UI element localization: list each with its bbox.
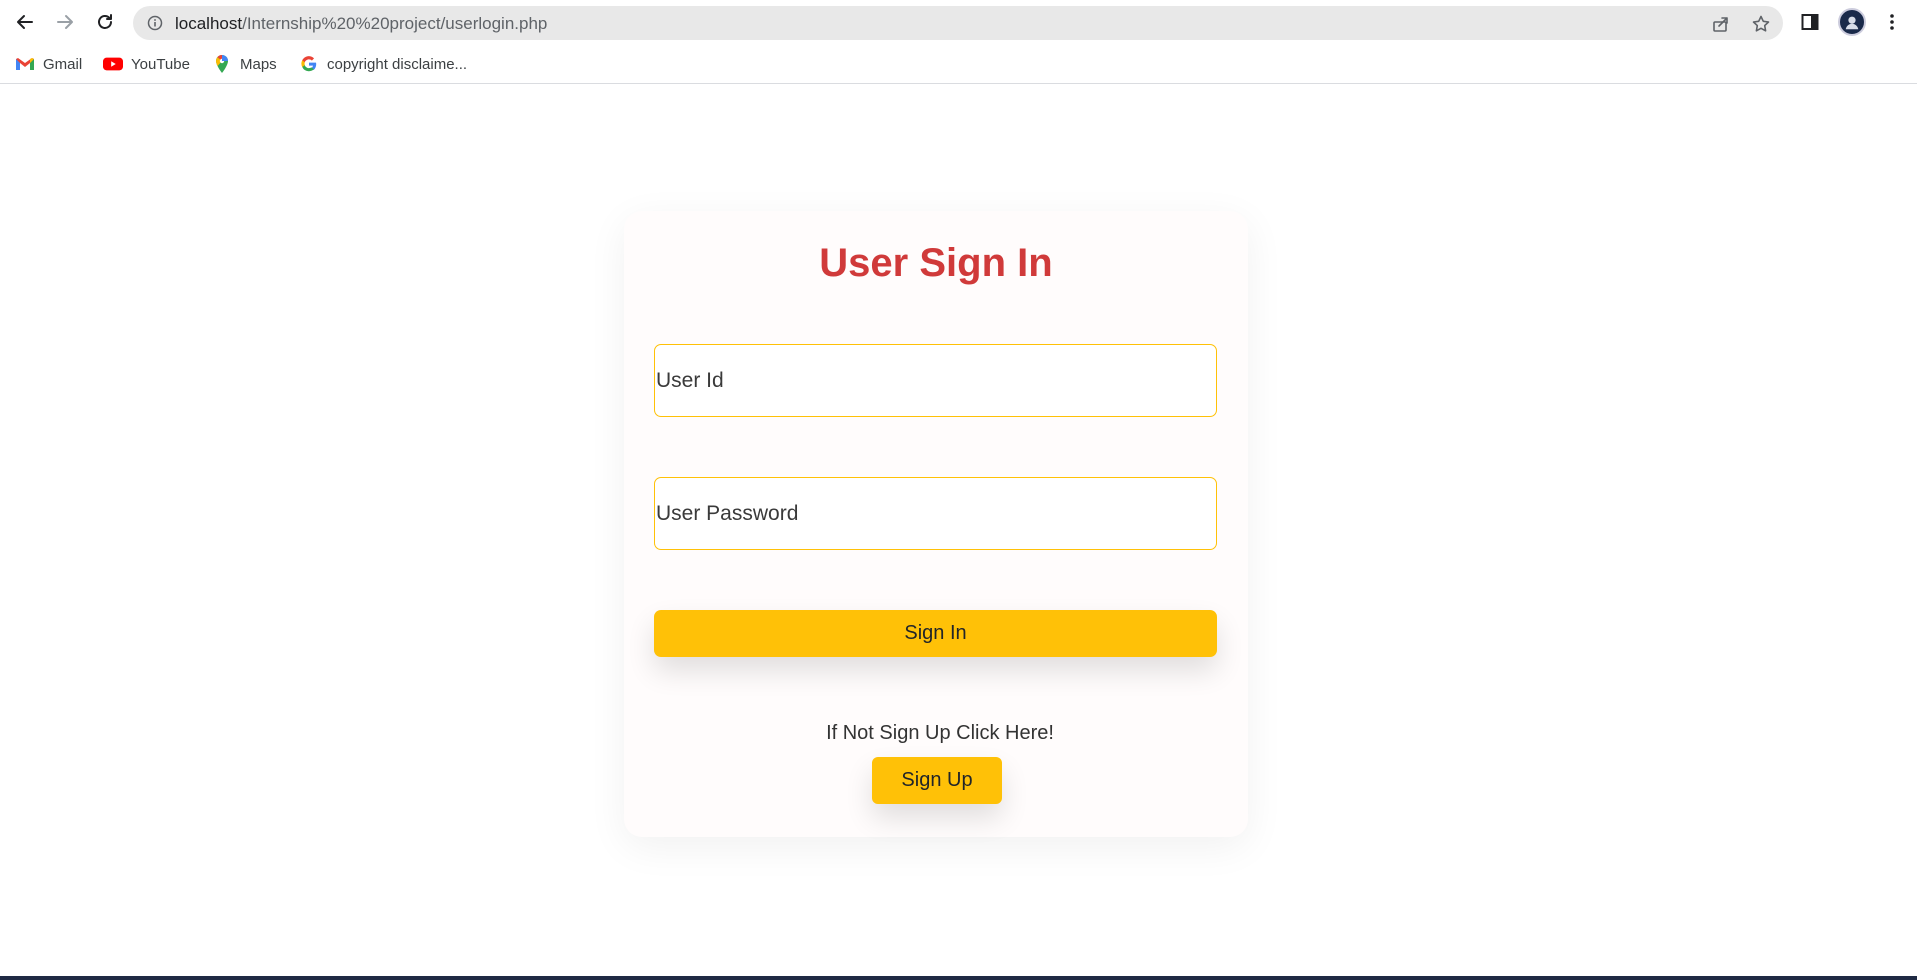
sign-up-button[interactable]: Sign Up (872, 757, 1002, 804)
side-panel-button[interactable] (1798, 10, 1822, 34)
share-icon[interactable] (1711, 14, 1731, 34)
forward-button[interactable] (50, 7, 80, 37)
back-button[interactable] (10, 7, 40, 37)
kebab-menu-icon (1890, 14, 1894, 30)
signup-prompt: If Not Sign Up Click Here! (826, 722, 1054, 744)
profile-avatar[interactable] (1838, 8, 1866, 36)
address-bar[interactable]: localhost/Internship%20%20project/userlo… (133, 6, 1783, 40)
user-id-input[interactable] (654, 344, 1217, 417)
bookmark-label: YouTube (131, 55, 190, 73)
user-password-input[interactable] (654, 477, 1217, 550)
reload-button[interactable] (90, 7, 120, 37)
bookmark-gmail[interactable]: Gmail (15, 52, 82, 76)
bookmark-youtube[interactable]: YouTube (103, 52, 190, 76)
url-text: localhost/Internship%20%20project/userlo… (175, 14, 547, 34)
browser-menu-button[interactable] (1880, 10, 1904, 34)
profile-icon (1845, 16, 1859, 30)
url-path: /Internship%20%20project/userlogin.php (242, 14, 548, 33)
bookmark-copyright-disclaimer[interactable]: copyright disclaime... (299, 52, 467, 76)
bookmark-maps[interactable]: Maps (212, 52, 277, 76)
sign-in-button[interactable]: Sign In (654, 610, 1217, 657)
browser-toolbar: localhost/Internship%20%20project/userlo… (0, 0, 1917, 44)
back-arrow-icon (17, 15, 33, 29)
bookmarks-bar: Gmail YouTube Maps copyright disclaime..… (0, 46, 1917, 84)
page-title: User Sign In (819, 241, 1053, 285)
google-icon (299, 54, 319, 74)
bookmark-star-icon[interactable] (1751, 14, 1771, 34)
youtube-icon (103, 54, 123, 74)
login-card: User Sign In Sign In If Not Sign Up Clic… (624, 211, 1248, 837)
bookmark-label: Gmail (43, 55, 83, 73)
maps-icon (212, 54, 232, 74)
reload-icon (98, 14, 112, 29)
site-info-icon[interactable] (147, 15, 163, 31)
url-host: localhost (175, 14, 243, 33)
bookmark-label: Maps (240, 55, 277, 73)
forward-arrow-icon (57, 15, 73, 29)
gmail-icon (15, 54, 35, 74)
taskbar-edge (0, 976, 1917, 980)
bookmark-label: copyright disclaime... (327, 55, 468, 73)
side-panel-icon (1801, 14, 1819, 30)
